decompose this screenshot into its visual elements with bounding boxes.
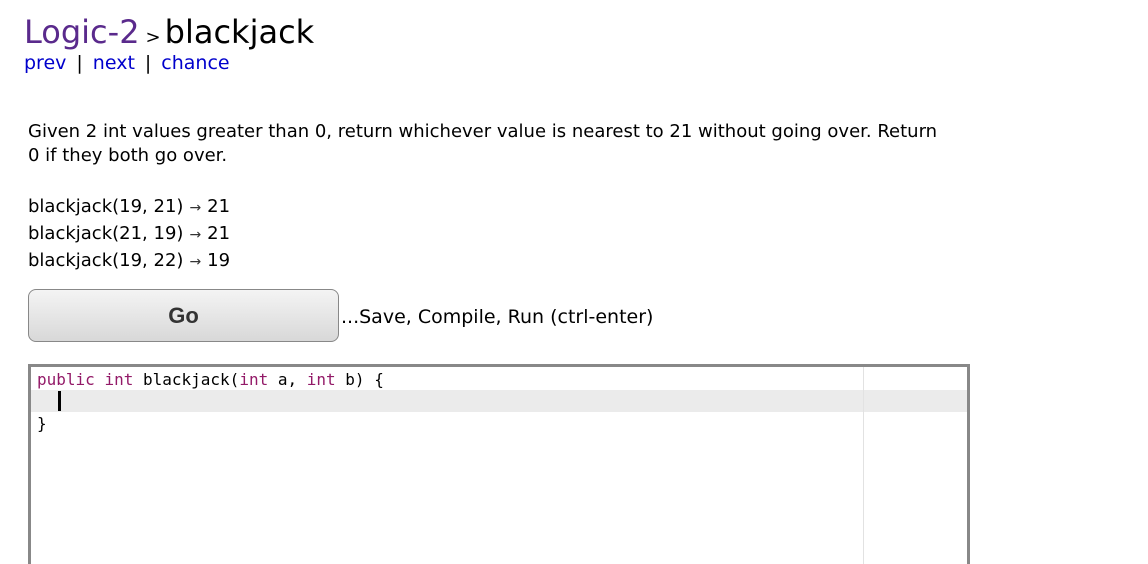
problem-name: blackjack — [164, 13, 315, 51]
code-text: b) { — [335, 370, 384, 389]
print-margin — [863, 367, 864, 564]
chance-link[interactable]: chance — [161, 52, 229, 74]
code-text: blackjack( — [133, 370, 240, 389]
nav-divider: | — [144, 52, 152, 74]
code-line-2[interactable] — [37, 391, 56, 413]
example-result: 21 — [207, 223, 231, 244]
keyword: int — [306, 370, 336, 389]
problem-nav: prev | next | chance — [24, 52, 230, 74]
keyword: public — [37, 370, 95, 389]
example-result: 19 — [207, 250, 231, 271]
arrow-icon: → — [189, 254, 202, 270]
code-text: a, — [268, 370, 307, 389]
code-line-1[interactable]: public int blackjack(int a, int b) { — [37, 369, 384, 391]
problem-description: Given 2 int values greater than 0, retur… — [28, 121, 938, 166]
prev-link[interactable]: prev — [24, 52, 66, 74]
example-item: blackjack(19, 22) → 19 — [28, 248, 230, 275]
code-line-3[interactable]: } — [37, 413, 47, 435]
examples-list: blackjack(19, 21) → 21 blackjack(21, 19) → 2… — [28, 194, 230, 275]
example-call: blackjack(19, 21) — [28, 196, 184, 217]
arrow-icon: → — [189, 200, 202, 216]
next-link[interactable]: next — [93, 52, 135, 74]
active-line-highlight — [31, 390, 967, 412]
example-item: blackjack(19, 21) → 21 — [28, 194, 230, 221]
keyword: int — [104, 370, 134, 389]
text-cursor — [58, 391, 61, 411]
example-item: blackjack(21, 19) → 21 — [28, 221, 230, 248]
example-call: blackjack(19, 22) — [28, 250, 184, 271]
breadcrumb-separator: > — [145, 27, 161, 48]
keyword: int — [239, 370, 269, 389]
go-button[interactable]: Go — [28, 289, 339, 342]
nav-divider: | — [76, 52, 83, 74]
breadcrumb-category-link[interactable]: Logic-2 — [24, 13, 140, 51]
example-result: 21 — [207, 196, 231, 217]
arrow-icon: → — [189, 227, 202, 243]
example-call: blackjack(21, 19) — [28, 223, 184, 244]
code-editor[interactable]: public int blackjack(int a, int b) { } — [28, 364, 970, 564]
go-hint: ...Save, Compile, Run (ctrl-enter) — [341, 306, 654, 328]
